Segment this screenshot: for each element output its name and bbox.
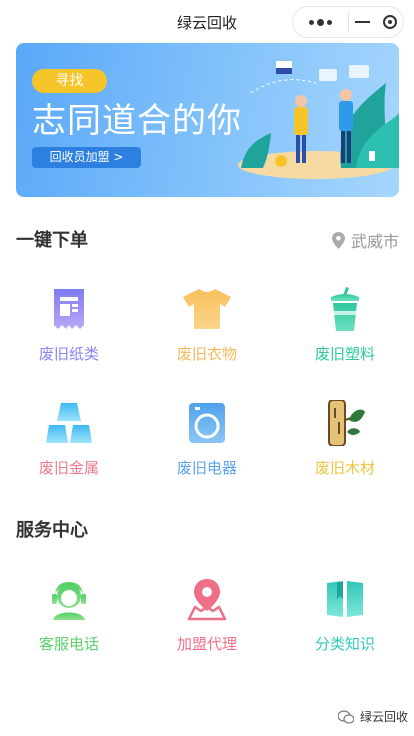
recruit-banner[interactable]: 寻找 志同道合的你 回收员加盟 > (16, 43, 399, 197)
service-label: 加盟代理 (176, 635, 237, 653)
service-classification[interactable]: 分类知识 (276, 575, 414, 675)
location-pin-icon (331, 231, 345, 249)
banner-illustration (238, 61, 399, 179)
target-icon (382, 15, 397, 29)
metal-ingot-icon (45, 399, 93, 447)
mini-program-capsule (292, 6, 404, 38)
navigation-bar: 绿云回收 (0, 0, 414, 44)
washing-machine-icon (183, 399, 231, 447)
banner-tag: 寻找 (32, 69, 107, 93)
service-label: 分类知识 (314, 635, 375, 653)
more-dots-icon (308, 18, 332, 26)
service-label: 客服电话 (38, 635, 99, 653)
category-appliance[interactable]: 废旧电器 (138, 399, 276, 499)
location-selector[interactable]: 武威市 (331, 228, 399, 252)
category-metal[interactable]: 废旧金属 (0, 399, 138, 499)
category-label: 废旧衣物 (176, 345, 237, 363)
order-section-title: 一键下单 (16, 230, 88, 251)
category-label: 废旧纸类 (38, 345, 99, 363)
map-pin-icon (183, 575, 231, 623)
wood-log-icon (321, 399, 369, 447)
wechat-icon (338, 709, 354, 724)
minimize-icon (354, 21, 370, 23)
banner-title: 志同道合的你 (32, 101, 242, 141)
wechat-watermark: 绿云回收 (338, 708, 408, 725)
join-recycler-button[interactable]: 回收员加盟 > (32, 147, 141, 168)
paper-icon (45, 285, 93, 333)
category-clothes[interactable]: 废旧衣物 (138, 285, 276, 385)
more-button[interactable] (293, 7, 348, 37)
service-section-title: 服务中心 (16, 520, 88, 541)
location-label: 武威市 (350, 232, 399, 251)
category-label: 废旧电器 (176, 459, 237, 477)
service-franchise[interactable]: 加盟代理 (138, 575, 276, 675)
close-button[interactable] (348, 7, 403, 37)
category-label: 废旧塑料 (314, 345, 375, 363)
category-plastic[interactable]: 废旧塑料 (276, 285, 414, 385)
category-label: 废旧木材 (314, 459, 375, 477)
category-wood[interactable]: 废旧木材 (276, 399, 414, 499)
category-paper[interactable]: 废旧纸类 (0, 285, 138, 385)
service-customer-phone[interactable]: 客服电话 (0, 575, 138, 675)
customer-service-icon (45, 575, 93, 623)
tshirt-icon (183, 285, 231, 333)
category-label: 废旧金属 (38, 459, 99, 477)
book-icon (321, 575, 369, 623)
plastic-cup-icon (321, 285, 369, 333)
watermark-text: 绿云回收 (360, 710, 409, 724)
